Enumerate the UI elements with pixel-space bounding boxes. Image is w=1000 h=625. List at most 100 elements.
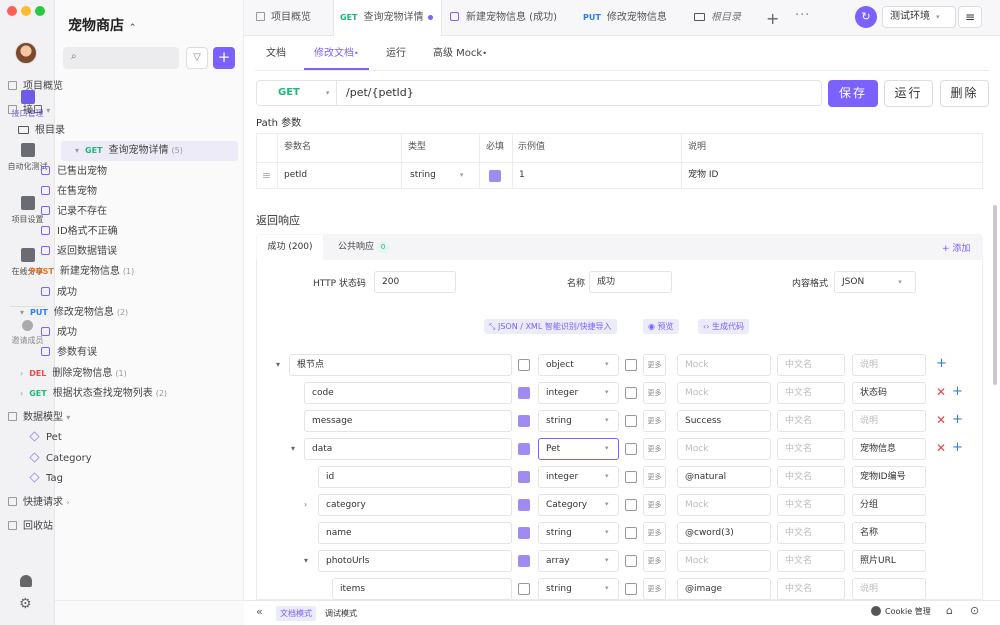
sidebar-group-models[interactable]: 数据模型 ▾ [0,408,189,428]
schema-more-button[interactable]: 更多 [643,410,666,432]
schema-nullable-checkbox[interactable] [625,555,637,567]
schema-mock-input[interactable]: Mock [677,354,771,376]
project-title[interactable]: 宠物商店 ⌃ [68,15,136,35]
sidebar-endpoint[interactable]: › DEL 删除宠物信息 (1) [0,364,189,384]
close-window-icon[interactable] [7,6,17,16]
schema-desc-input[interactable]: 分组 [852,494,926,516]
sidebar-endpoint[interactable]: ▾ GET 查询宠物详情 (5) [61,141,238,161]
run-button[interactable]: 运行 [884,80,933,107]
schema-nullable-checkbox[interactable] [625,471,637,483]
schema-mock-input[interactable]: Mock [677,438,771,460]
sidebar-item-root[interactable]: 根目录 [0,121,189,141]
schema-desc-input[interactable]: 说明 [852,578,926,600]
schema-more-button[interactable]: 更多 [643,494,666,516]
sidebar-example[interactable]: 已售出宠物 [0,162,189,182]
schema-desc-input[interactable]: 照片URL [852,550,926,572]
schema-mock-input[interactable]: @image [677,578,771,600]
sidebar-example[interactable]: 返回数据错误 [0,242,189,262]
schema-field-name[interactable]: category [318,494,512,516]
schema-more-button[interactable]: 更多 [643,522,666,544]
schema-nullable-checkbox[interactable] [625,527,637,539]
collapse-sidebar-icon[interactable]: « [256,605,263,618]
scrollbar[interactable] [993,205,997,385]
schema-mock-input[interactable]: @cword(3) [677,522,771,544]
sidebar-endpoint[interactable]: ▾ PUT 修改宠物信息 (2) [0,303,189,323]
tab-root[interactable]: 根目录 [694,0,759,36]
sidebar-item-trash[interactable]: 回收站 [0,517,189,537]
schema-cn-name-input[interactable]: 中文名 [777,522,845,544]
schema-required-checkbox[interactable] [518,387,530,399]
schema-more-button[interactable]: 更多 [643,466,666,488]
schema-more-button[interactable]: 更多 [643,382,666,404]
schema-required-checkbox[interactable] [518,555,530,567]
tab-overview[interactable]: 项目概览 [256,0,331,36]
generate-code-button[interactable]: ‹› 生成代码 [698,319,749,334]
menu-button[interactable]: ≡ [958,6,982,28]
smart-import-button[interactable]: ⤡ JSON / XML 智能识别/快捷导入 [484,319,617,334]
filter-button[interactable]: ▽ [186,47,208,69]
schema-required-checkbox[interactable] [518,527,530,539]
param-name[interactable]: petId [284,162,307,189]
schema-desc-input[interactable]: 宠物ID编号 [852,466,926,488]
subtab-mock[interactable]: 高级 Mock• [433,37,487,70]
doc-mode-toggle[interactable]: 文档模式 [276,606,316,621]
sync-icon[interactable]: ↻ [855,6,877,28]
schema-desc-input[interactable]: 说明 [852,410,926,432]
param-desc[interactable]: 宠物 ID [688,162,718,189]
schema-required-checkbox[interactable] [518,499,530,511]
tab-put-pet[interactable]: PUT 修改宠物信息 [583,0,683,36]
schema-nullable-checkbox[interactable] [625,415,637,427]
sidebar-group-quick-request[interactable]: 快捷请求 › [0,493,189,513]
sidebar-example[interactable]: 记录不存在 [0,202,189,222]
schema-cn-name-input[interactable]: 中文名 [777,354,845,376]
new-tab-plus-icon[interactable]: + [766,9,779,28]
shirt-icon[interactable]: ⌂ [946,604,953,617]
delete-button[interactable]: 删除 [940,80,989,107]
schema-nullable-checkbox[interactable] [625,387,637,399]
help-icon[interactable]: ⊙ [970,604,979,617]
schema-desc-input[interactable]: 状态码 [852,382,926,404]
more-tabs-icon[interactable]: ··· [795,8,810,23]
schema-cn-name-input[interactable]: 中文名 [777,466,845,488]
schema-field-name[interactable]: photoUrls [318,550,512,572]
avatar[interactable] [15,42,37,64]
schema-cn-name-input[interactable]: 中文名 [777,410,845,432]
schema-cn-name-input[interactable]: 中文名 [777,438,845,460]
schema-cn-name-input[interactable]: 中文名 [777,550,845,572]
minimize-window-icon[interactable] [21,6,31,16]
status-code-input[interactable]: 200 [374,271,456,293]
chevron-right-icon[interactable]: › [304,500,307,509]
url-input[interactable]: /pet/{petId} [336,80,822,106]
add-field-icon[interactable]: + [952,412,963,427]
schema-cn-name-input[interactable]: 中文名 [777,578,845,600]
method-select[interactable]: GET ▾ [256,80,336,106]
preview-button[interactable]: ◉ 预览 [643,319,679,334]
schema-field-name[interactable]: name [318,522,512,544]
schema-desc-input[interactable]: 说明 [852,354,926,376]
sidebar-model[interactable]: Pet [0,428,189,448]
add-button[interactable]: + [213,47,235,69]
gear-icon[interactable]: ⚙ [19,597,32,611]
schema-more-button[interactable]: 更多 [643,550,666,572]
schema-field-name[interactable]: code [304,382,512,404]
save-button[interactable]: 保存 [828,80,878,107]
tab-get-pet[interactable]: GET 查询宠物详情 [333,0,442,36]
add-response-button[interactable]: + 添加 [942,241,970,254]
schema-required-checkbox[interactable] [518,359,530,371]
schema-nullable-checkbox[interactable] [625,443,637,455]
subtab-edit[interactable]: 修改文档• [304,37,369,70]
subtab-doc[interactable]: 文档 [266,37,286,70]
sidebar-example[interactable]: 在售宠物 [0,182,189,202]
zoom-window-icon[interactable] [35,6,45,16]
tab-post-example[interactable]: 新建宠物信息 (成功) [450,0,570,36]
chevron-down-icon[interactable]: ▾ [276,360,280,369]
sidebar-endpoint[interactable]: ▾ POST 新建宠物信息 (1) [0,262,189,282]
chevron-down-icon[interactable]: ▾ [291,444,295,453]
sidebar-model[interactable]: Tag [0,469,189,489]
schema-required-checkbox[interactable] [518,471,530,483]
chevron-down-icon[interactable]: ▾ [304,556,308,565]
sidebar-group-api[interactable]: 接口 ▾ [0,101,189,121]
delete-field-icon[interactable]: ✕ [936,385,946,399]
sidebar-example[interactable]: 参数有误 [0,343,189,363]
schema-mock-input[interactable]: @natural [677,466,771,488]
